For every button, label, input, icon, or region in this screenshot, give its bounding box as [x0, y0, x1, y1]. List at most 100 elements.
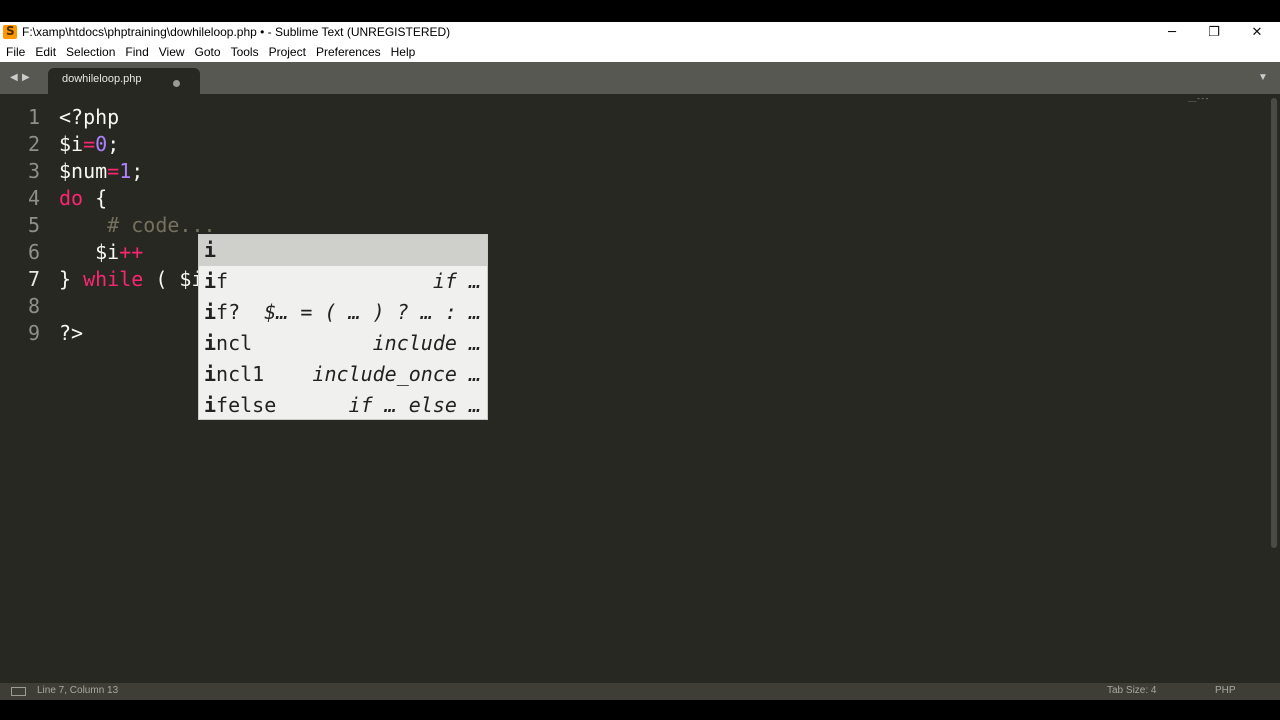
- code-line[interactable]: 8: [0, 293, 1268, 320]
- line-number: 2: [27, 132, 40, 156]
- code-line[interactable]: 4 do {: [0, 185, 1268, 212]
- restore-button[interactable]: ❐: [1192, 22, 1236, 42]
- matched-prefix: i: [204, 331, 217, 355]
- autocomplete-item[interactable]: ifelse if … else …: [199, 390, 487, 421]
- syntax-selector[interactable]: PHP: [1215, 685, 1236, 696]
- completion-trigger: if?: [204, 300, 241, 324]
- completion-hint: include …: [372, 331, 481, 355]
- code-text: do {: [59, 185, 107, 212]
- menu-bar: File Edit Selection Find View Goto Tools…: [0, 42, 1280, 62]
- keyword-token: while: [83, 267, 144, 291]
- completion-hint: if … else …: [348, 393, 481, 417]
- keyword-token: ++: [119, 240, 144, 264]
- autocomplete-item[interactable]: i: [199, 235, 487, 266]
- code-text: # code...: [59, 212, 215, 239]
- completion-trigger: i: [204, 238, 216, 262]
- code-token: $num: [59, 159, 108, 183]
- code-line[interactable]: 3 $num=1;: [0, 158, 1268, 185]
- matched-prefix: i: [204, 362, 217, 386]
- code-editor[interactable]: 1 <?php 2 $i=0; 3 $num=1; 4 do {5 # code... 6 $i…: [0, 94, 1268, 683]
- window-title: F:\xamp\htdocs\phptraining\dowhileloop.p…: [22, 25, 451, 39]
- console-toggle-icon[interactable]: [11, 687, 26, 696]
- menu-edit[interactable]: Edit: [35, 45, 56, 59]
- close-button[interactable]: ✕: [1235, 22, 1279, 42]
- tab-prev-icon[interactable]: ◀: [10, 72, 18, 83]
- line-number: 7: [27, 267, 40, 291]
- tab-dowhileloop[interactable]: dowhileloop.php: [48, 68, 200, 94]
- line-number: 5: [27, 213, 40, 237]
- code-token: ?>: [59, 321, 84, 345]
- menu-tools[interactable]: Tools: [231, 45, 259, 59]
- keyword-token: =: [83, 132, 96, 156]
- code-token: }: [59, 267, 84, 291]
- minimize-button[interactable]: ─: [1150, 22, 1194, 42]
- autocomplete-item[interactable]: incl1 include_once …: [199, 359, 487, 390]
- code-line[interactable]: 7} while ( $i<= 10);: [0, 266, 1268, 293]
- tab-next-icon[interactable]: ▶: [22, 72, 30, 83]
- code-token: ;: [107, 132, 120, 156]
- sublime-app-icon: [3, 24, 17, 39]
- tab-bar: ◀ ▶ dowhileloop.php ▼: [0, 62, 1280, 94]
- autocomplete-popup: i if if … if? $… = ( … ) ? … : … incl include …: [198, 234, 488, 420]
- keyword-token: do: [59, 186, 84, 210]
- line-number: 4: [27, 186, 40, 210]
- code-text: <?php: [59, 104, 119, 131]
- completion-trigger: incl: [204, 331, 253, 355]
- tab-size-selector[interactable]: Tab Size: 4: [1107, 685, 1156, 696]
- unsaved-dot-icon[interactable]: [173, 80, 180, 87]
- number-token: 1: [119, 159, 132, 183]
- code-token: {: [83, 186, 108, 210]
- menu-preferences[interactable]: Preferences: [316, 45, 381, 59]
- code-line[interactable]: 5 # code...: [0, 212, 1268, 239]
- minimap[interactable]: __ ¯¯¯: [1188, 95, 1209, 106]
- code-text: $i++: [59, 239, 143, 266]
- vertical-scrollbar[interactable]: [1268, 94, 1280, 683]
- completion-hint: include_once …: [312, 362, 481, 386]
- menu-file[interactable]: File: [6, 45, 25, 59]
- menu-help[interactable]: Help: [391, 45, 416, 59]
- keyword-token: =: [107, 159, 120, 183]
- autocomplete-item[interactable]: if? $… = ( … ) ? … : …: [199, 297, 487, 328]
- menu-selection[interactable]: Selection: [66, 45, 115, 59]
- line-number: 3: [27, 159, 40, 183]
- code-line[interactable]: 1 <?php: [0, 104, 1268, 131]
- matched-prefix: i: [204, 269, 217, 293]
- autocomplete-item[interactable]: if if …: [199, 266, 487, 297]
- autocomplete-item[interactable]: incl include …: [199, 328, 487, 359]
- cursor-position: Line 7, Column 13: [37, 685, 119, 696]
- menu-view[interactable]: View: [159, 45, 185, 59]
- code-line[interactable]: 9 ?>: [0, 320, 1268, 347]
- line-number: 1: [27, 105, 40, 129]
- menu-goto[interactable]: Goto: [195, 45, 221, 59]
- screen-bottom-border: [0, 700, 1280, 720]
- line-number: 6: [27, 240, 40, 264]
- code-line[interactable]: 2 $i=0;: [0, 131, 1268, 158]
- scrollbar-thumb[interactable]: [1271, 98, 1277, 548]
- code-token: $i: [59, 240, 120, 264]
- code-token: <?php: [59, 105, 120, 129]
- line-number: 9: [27, 321, 40, 345]
- tab-label: dowhileloop.php: [62, 73, 142, 85]
- matched-prefix: i: [204, 393, 217, 417]
- code-token: ;: [131, 159, 144, 183]
- tab-list-dropdown-icon[interactable]: ▼: [1258, 72, 1268, 83]
- completion-trigger: if: [204, 269, 229, 293]
- menu-project[interactable]: Project: [269, 45, 306, 59]
- matched-prefix: i: [204, 238, 217, 262]
- matched-prefix: i: [204, 300, 217, 324]
- code-token: $i: [59, 132, 84, 156]
- sublime-window: F:\xamp\htdocs\phptraining\dowhileloop.p…: [0, 22, 1280, 700]
- screen-top-border: [0, 0, 1280, 22]
- title-bar[interactable]: F:\xamp\htdocs\phptraining\dowhileloop.p…: [0, 22, 1280, 42]
- completion-trigger: ifelse: [204, 393, 277, 417]
- code-line[interactable]: 6 $i++: [0, 239, 1268, 266]
- line-number: 8: [27, 294, 40, 318]
- status-bar: Line 7, Column 13 Tab Size: 4 PHP: [0, 683, 1280, 700]
- code-text: $i=0;: [59, 131, 119, 158]
- number-token: 0: [95, 132, 108, 156]
- completion-trigger: incl1: [204, 362, 265, 386]
- code-text: $num=1;: [59, 158, 143, 185]
- code-text: ?>: [59, 320, 83, 347]
- menu-find[interactable]: Find: [125, 45, 148, 59]
